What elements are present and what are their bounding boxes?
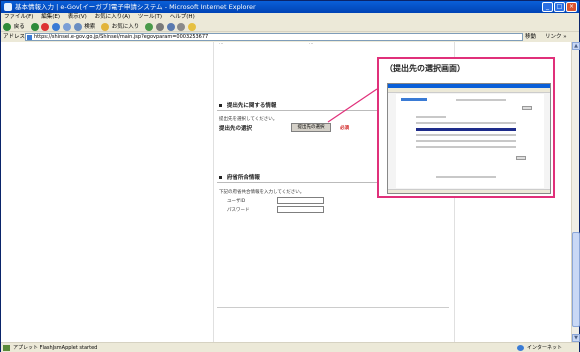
address-url[interactable]: https://shinsei.e-gov.go.jp/Shinsei/main… [34, 34, 208, 40]
account-heading-text: 府省所合情報 [226, 175, 260, 181]
scroll-down-icon[interactable]: ▼ [572, 334, 580, 342]
thumbnail-button [516, 156, 526, 160]
title-bar: 基本情報入力 | e-Gov[イーガブ]電子申請システム - Microsoft… [1, 1, 579, 13]
thumbnail-button [522, 106, 532, 110]
required-badge: 必須 [340, 126, 349, 131]
minimize-button[interactable]: _ [542, 2, 553, 12]
menu-help[interactable]: ヘルプ(H) [170, 14, 195, 20]
callout-title: （提出先の選択画面） [385, 64, 465, 73]
thumbnail-logo [401, 98, 427, 101]
address-bar: アドレス(D) https://shinsei.e-gov.go.jp/Shin… [1, 32, 579, 42]
top-fragment: … … [219, 42, 314, 46]
userid-label: ユーザID [227, 199, 246, 204]
close-button[interactable]: × [566, 2, 577, 12]
thumbnail-line [416, 134, 516, 136]
top-fragment-left: … [219, 42, 224, 46]
address-input[interactable]: https://shinsei.e-gov.go.jp/Shinsei/main… [25, 33, 523, 41]
top-fragment-right: … [309, 42, 314, 46]
internet-zone-icon [517, 345, 524, 351]
refresh-icon[interactable] [52, 23, 61, 31]
bullet-icon [219, 104, 222, 107]
submission-instruction: 提出先を選択してください。 [219, 117, 278, 122]
thumbnail-page [396, 94, 544, 188]
menu-bar: ファイル(F) 編集(E) 表示(V) お気に入り(A) ツール(T) ヘルプ(… [1, 13, 579, 22]
page-margin-left [1, 42, 213, 342]
ie-icon [4, 3, 12, 11]
history-icon[interactable] [155, 23, 164, 31]
bottom-divider [217, 307, 449, 308]
media-icon[interactable] [145, 23, 154, 31]
window-controls: _ □ × [542, 2, 577, 12]
folder-icon[interactable] [188, 23, 197, 31]
bullet-icon [219, 176, 222, 179]
thumbnail-line [416, 122, 516, 124]
scroll-up-icon[interactable]: ▲ [572, 42, 580, 50]
search-button-label[interactable]: 検索 [84, 24, 95, 30]
toolbar: 戻る 検索 お気に入り [1, 22, 579, 32]
submission-field-label: 提出先の選択 [219, 126, 253, 132]
submission-heading-text: 提出先に関する情報 [226, 103, 277, 109]
links-button[interactable]: リンク » [545, 32, 567, 42]
thumbnail-toolbar [388, 88, 550, 93]
favorites-icon[interactable] [101, 23, 110, 31]
thumbnail-line [416, 146, 516, 148]
maximize-button[interactable]: □ [554, 2, 565, 12]
go-button[interactable]: 移動 [525, 32, 536, 42]
thumbnail-line [456, 99, 506, 101]
applet-icon [3, 345, 10, 351]
select-destination-button[interactable]: 提出先の選択 [291, 123, 331, 132]
mail-icon[interactable] [166, 23, 175, 31]
back-icon[interactable] [3, 23, 11, 31]
favorites-button-label[interactable]: お気に入り [112, 24, 140, 30]
status-bar: アプレット FlashJsmApplet started インターネット [1, 342, 579, 352]
thumbnail-statusbar [388, 189, 550, 193]
thumbnail-line [436, 176, 496, 178]
callout-box: （提出先の選択画面） [377, 57, 555, 198]
menu-edit[interactable]: 編集(E) [41, 14, 60, 20]
thumbnail-line [416, 116, 446, 118]
vertical-scrollbar[interactable]: ▲ ▼ [571, 42, 580, 342]
back-button-label[interactable]: 戻る [14, 24, 25, 30]
menu-tools[interactable]: ツール(T) [138, 14, 162, 20]
password-input[interactable] [277, 206, 324, 213]
stop-icon[interactable] [41, 23, 50, 31]
menu-view[interactable]: 表示(V) [68, 14, 87, 20]
menu-file[interactable]: ファイル(F) [4, 14, 33, 20]
search-icon[interactable] [73, 23, 82, 31]
forward-icon[interactable] [30, 23, 39, 31]
destination-screen-thumbnail [387, 83, 551, 194]
status-text: アプレット FlashJsmApplet started [13, 345, 98, 351]
menu-favorites[interactable]: お気に入り(A) [95, 14, 131, 20]
thumbnail-selection-bar [416, 128, 516, 131]
password-label: パスワード [227, 208, 250, 213]
account-instruction: 下記の府省共合情報を入力してください。 [219, 190, 305, 195]
print-icon[interactable] [177, 23, 186, 31]
account-section-heading: 府省所合情報 [219, 173, 260, 181]
scroll-thumb[interactable] [572, 232, 580, 327]
page-icon [27, 35, 32, 40]
userid-input[interactable] [277, 197, 324, 204]
window-title: 基本情報入力 | e-Gov[イーガブ]電子申請システム - Microsoft… [15, 3, 256, 11]
submission-section-heading: 提出先に関する情報 [219, 101, 276, 109]
thumbnail-line [416, 140, 516, 142]
home-icon[interactable] [62, 23, 71, 31]
zone-text: インターネット [527, 345, 563, 351]
